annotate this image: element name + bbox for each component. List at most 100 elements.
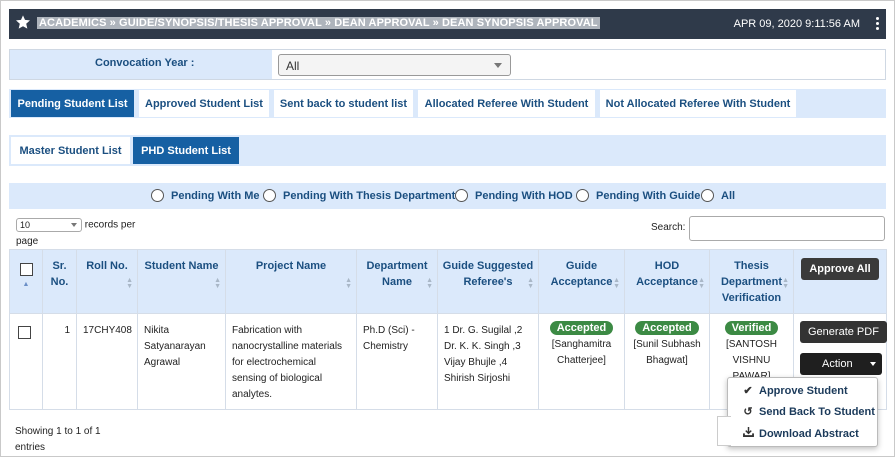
column-header-department[interactable]: Department Name ▲ ▼ [356,249,438,314]
records-per-label: records per [84,219,136,231]
tab-approved-student-list[interactable]: Approved Student List [139,90,269,117]
sort-icon: ▲ ▼ [126,277,133,290]
chevron-down-icon [71,223,77,227]
convocation-year-label: Convocation Year : [95,57,195,69]
sub-tab-bar: Master Student List PHD Student List [9,135,886,166]
cell-guide-acceptance: Accepted [Sanghamitra Chatterjee] [538,313,625,410]
top-bar: ACADEMICS » GUIDE/SYNOPSIS/THESIS APPROV… [9,9,886,39]
approve-all-button[interactable]: Approve All [801,258,879,280]
radio-pending-with-me[interactable]: Pending With Me [151,189,260,202]
row-select-cell [9,313,43,410]
menu-item-label: Approve Student [759,385,848,397]
star-icon[interactable] [15,14,31,33]
cell-project-name: Fabrication with nanocrystalline materia… [225,313,357,410]
cell-student-name: Nikita Satyanarayan Agrawal [137,313,226,410]
caret-down-icon [869,362,876,367]
tab-master-student-list[interactable]: Master Student List [11,137,130,164]
chevron-down-icon [494,63,502,68]
tab-phd-student-list[interactable]: PHD Student List [133,137,239,164]
column-header-thesis-verification[interactable]: Thesis Department Verification ▲ ▼ [709,249,794,314]
records-per-page: 10 records per page [16,218,136,247]
menu-item-label: Download Abstract [759,428,859,440]
sort-icon: ▲ ▼ [345,277,352,290]
search-label: Search: [651,222,686,233]
action-label: Action [822,358,853,370]
radio-pending-with-hod[interactable]: Pending With HOD [455,189,573,202]
showing-entries-info: Showing 1 to 1 of 1 entries [15,424,101,456]
status-filter-bar: Pending With Me Pending With Thesis Depa… [9,183,886,209]
header-label: Department Name [366,260,428,288]
main-tab-bar: Pending Student List Approved Student Li… [9,89,886,118]
radio-label: Pending With Me [171,189,260,202]
pagination[interactable] [717,416,731,446]
hod-name: [Sunil Subhash Bhagwat] [633,339,701,366]
table-header-row: ▲ Sr. No. Roll No. ▲ ▼ Student Name ▲ ▼ Proj… [9,249,887,314]
showing-text: Showing 1 to 1 of 1 [15,426,101,437]
column-header-sr-no[interactable]: Sr. No. [42,249,77,314]
showing-entries-text: entries [15,442,46,453]
radio-label: All [721,189,736,202]
column-header-referees[interactable]: Guide Suggested Referee's ▲ ▼ [437,249,539,314]
radio-label: Pending With HOD [475,189,573,202]
menu-item-label: Send Back To Student [759,406,875,418]
guide-accepted-badge: Accepted [549,321,614,335]
thesis-verified-badge: Verified [724,321,779,335]
column-header-guide-acceptance[interactable]: Guide Acceptance ▲ ▼ [538,249,625,314]
header-label: Roll No. [86,260,128,272]
cell-hod-acceptance: Accepted [Sunil Subhash Bhagwat] [624,313,710,410]
convocation-year-value: All [286,59,300,73]
radio-all[interactable]: All [701,189,735,202]
menu-item-send-back-to-student[interactable]: ↺ Send Back To Student [728,405,877,418]
convocation-year-select[interactable]: All [278,54,511,76]
kebab-menu-icon[interactable] [874,15,880,33]
header-label: Sr. No. [50,260,69,288]
column-header-hod-acceptance[interactable]: HOD Acceptance ▲ ▼ [624,249,710,314]
tab-allocated-referee[interactable]: Allocated Referee With Student [418,90,595,117]
header-label: Project Name [255,260,327,272]
cell-referees: 1 Dr. G. Sugilal ,2 Dr. K. K. Singh ,3 V… [437,313,539,410]
menu-item-download-abstract[interactable]: Download Abstract [728,427,877,440]
records-per-page-select[interactable]: 10 [16,218,82,232]
radio-pending-with-thesis-department[interactable]: Pending With Thesis Department [263,189,455,202]
convocation-filter-row: Convocation Year : All [9,49,886,80]
convocation-label-cell: Convocation Year : [10,50,272,79]
sort-icon: ▲ ▼ [782,277,789,290]
select-all-header: ▲ [9,249,43,314]
column-header-student-name[interactable]: Student Name ▲ ▼ [137,249,226,314]
search-input[interactable] [689,216,885,241]
cell-sr-no: 1 [42,313,77,410]
row-checkbox[interactable] [18,326,31,339]
select-all-checkbox[interactable] [19,263,33,276]
radio-label: Pending With Guide [596,189,701,202]
download-icon [740,427,756,440]
tab-pending-student-list[interactable]: Pending Student List [11,90,134,117]
action-dropdown-button[interactable]: Action [800,353,882,375]
sort-asc-icon: ▲ [22,281,30,288]
records-page-label: page [16,236,39,247]
header-label: HOD Acceptance [636,260,698,288]
sort-icon: ▲ ▼ [698,277,705,290]
header-label: Student Name [144,260,219,272]
tab-sent-back-to-student-list[interactable]: Sent back to student list [274,90,413,117]
generate-pdf-button[interactable]: Generate PDF [800,321,887,343]
sort-icon: ▲ ▼ [426,277,433,290]
breadcrumb: ACADEMICS » GUIDE/SYNOPSIS/THESIS APPROV… [37,17,600,29]
column-header-project-name[interactable]: Project Name ▲ ▼ [225,249,357,314]
tab-not-allocated-referee[interactable]: Not Allocated Referee With Student [600,90,796,117]
sort-icon: ▲ ▼ [527,277,534,290]
column-header-roll-no[interactable]: Roll No. ▲ ▼ [76,249,138,314]
records-value: 10 [20,220,31,230]
header-label: Guide Acceptance [550,260,613,288]
menu-item-approve-student[interactable]: ✔ Approve Student [728,384,877,397]
cell-roll-no: 17CHY408 [76,313,138,410]
guide-name: [Sanghamitra Chatterjee] [551,339,612,366]
radio-label: Pending With Thesis Department [283,189,456,202]
undo-icon: ↺ [743,406,753,418]
sort-icon: ▲ ▼ [613,277,620,290]
cell-department: Ph.D (Sci) - Chemistry [356,313,438,410]
current-datetime: APR 09, 2020 9:11:56 AM [733,18,860,30]
radio-pending-with-guide[interactable]: Pending With Guide [576,189,700,202]
header-label: Thesis Department Verification [720,260,783,304]
hod-accepted-badge: Accepted [635,321,699,335]
check-icon: ✔ [743,385,753,397]
